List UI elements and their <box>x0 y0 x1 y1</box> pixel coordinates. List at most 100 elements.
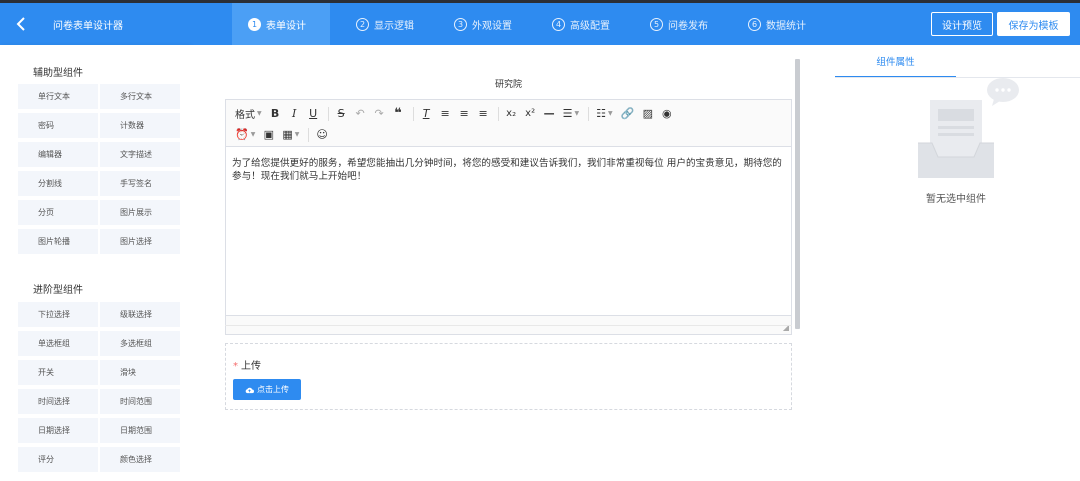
component-item[interactable]: 密码 <box>18 113 98 138</box>
component-item[interactable]: 图片选择 <box>100 229 180 254</box>
back-button[interactable] <box>0 3 42 45</box>
bullet-list-icon[interactable]: ☰ ▼ <box>560 105 583 122</box>
group-title-auxiliary: 辅助型组件 <box>33 68 83 79</box>
image-icon[interactable]: ▨ <box>639 105 656 122</box>
step-publish[interactable]: 5 问卷发布 <box>634 3 722 45</box>
empty-state-text: 暂无选中组件 <box>926 194 986 205</box>
align-right-icon[interactable]: ≡ <box>475 105 492 122</box>
component-item[interactable]: 计数器 <box>100 113 180 138</box>
step-advanced[interactable]: 4 高级配置 <box>536 3 624 45</box>
step-form-design[interactable]: 1 表单设计 <box>232 3 330 45</box>
component-item[interactable]: 单行文本 <box>18 84 98 109</box>
save-template-button[interactable]: 保存为模板 <box>997 12 1070 36</box>
emoji-icon[interactable]: ☺ <box>313 126 330 143</box>
format-label: 格式 <box>235 110 255 121</box>
component-item[interactable]: 分页 <box>18 200 98 225</box>
app-title: 问卷表单设计器 <box>53 21 123 32</box>
step-label: 问卷发布 <box>668 20 708 32</box>
toolbar-divider <box>327 106 329 121</box>
tab-component-properties[interactable]: 组件属性 <box>835 45 956 78</box>
toolbar-divider <box>412 106 414 121</box>
underline-icon[interactable]: U <box>305 105 322 122</box>
advanced-components: 下拉选择 级联选择 单选框组 多选框组 开关 滑块 时间选择 时间范围 日期选择… <box>18 302 180 472</box>
ordered-list-icon[interactable]: ☷ ▼ <box>593 105 616 122</box>
caret-down-icon: ▼ <box>574 110 580 117</box>
step-statistics[interactable]: 6 数据统计 <box>732 3 820 45</box>
cloud-upload-icon <box>245 387 254 393</box>
step-number: 4 <box>552 17 565 31</box>
format-dropdown[interactable]: 格式 ▼ <box>232 105 265 122</box>
undo-icon[interactable]: ↶ <box>352 105 369 122</box>
align-center-icon[interactable]: ≡ <box>456 105 473 122</box>
component-item[interactable]: 多行文本 <box>100 84 180 109</box>
auxiliary-components: 单行文本 多行文本 密码 计数器 编辑器 文字描述 分割线 手写签名 分页 图片… <box>18 84 180 254</box>
component-item[interactable]: 开关 <box>18 360 98 385</box>
component-item[interactable]: 图片轮播 <box>18 229 98 254</box>
component-item[interactable]: 下拉选择 <box>18 302 98 327</box>
blockquote-icon[interactable]: ❝ <box>390 105 407 122</box>
empty-inbox-icon <box>918 78 1019 178</box>
step-number: 1 <box>248 17 261 31</box>
step-appearance[interactable]: 3 外观设置 <box>438 3 526 45</box>
step-label: 表单设计 <box>266 20 306 32</box>
caret-down-icon: ▼ <box>294 131 300 138</box>
horizontal-rule-icon[interactable]: — <box>541 105 558 122</box>
chevron-left-icon <box>16 17 25 31</box>
upload-label: * 上传 <box>233 357 261 372</box>
preview-eye-icon[interactable]: ◉ <box>658 105 675 122</box>
component-item[interactable]: 评分 <box>18 447 98 472</box>
component-item[interactable]: 滑块 <box>100 360 180 385</box>
component-item[interactable]: 分割线 <box>18 171 98 196</box>
component-item[interactable]: 单选框组 <box>18 331 98 356</box>
link-icon[interactable]: 🔗 <box>618 105 638 122</box>
design-preview-button[interactable]: 设计预览 <box>931 12 993 36</box>
caret-down-icon: ▼ <box>250 131 256 138</box>
align-left-icon[interactable]: ≡ <box>437 105 454 122</box>
divider <box>225 325 792 326</box>
editor-toolbar: 格式 ▼ B I U S ↶ ↷ ❝ T ≡ ≡ ≡ x₂ x² — ☰ ▼ ☷… <box>226 100 791 147</box>
caret-down-icon: ▼ <box>608 110 613 117</box>
subscript-icon[interactable]: x₂ <box>503 105 520 122</box>
upload-button-label: 点击上传 <box>257 385 289 394</box>
component-item[interactable]: 时间范围 <box>100 389 180 414</box>
strikethrough-icon[interactable]: S <box>333 105 350 122</box>
component-item[interactable]: 编辑器 <box>18 142 98 167</box>
component-item[interactable]: 日期选择 <box>18 418 98 443</box>
step-label: 高级配置 <box>570 20 610 32</box>
toolbar-divider <box>308 127 310 142</box>
media-icon[interactable]: ▣ <box>260 126 277 143</box>
bold-icon[interactable]: B <box>267 105 284 122</box>
canvas-scrollbar[interactable] <box>795 59 800 329</box>
required-mark: * <box>233 361 238 372</box>
table-icon[interactable]: ▦ ▼ <box>279 126 302 143</box>
superscript-icon[interactable]: x² <box>522 105 539 122</box>
step-label: 显示逻辑 <box>374 20 414 32</box>
step-label: 外观设置 <box>472 20 512 32</box>
upload-label-text: 上传 <box>241 361 261 372</box>
component-item[interactable]: 文字描述 <box>100 142 180 167</box>
step-number: 6 <box>748 17 761 31</box>
step-number: 2 <box>356 17 369 31</box>
toolbar-divider <box>497 106 499 121</box>
redo-icon[interactable]: ↷ <box>371 105 388 122</box>
step-number: 3 <box>454 17 467 31</box>
upload-button[interactable]: 点击上传 <box>233 379 301 400</box>
toolbar-divider <box>588 106 590 121</box>
rich-text-editor[interactable]: 格式 ▼ B I U S ↶ ↷ ❝ T ≡ ≡ ≡ x₂ x² — ☰ ▼ ☷… <box>225 99 792 335</box>
clock-icon[interactable]: ⏰ ▼ <box>232 126 258 143</box>
step-number: 5 <box>650 17 663 31</box>
clear-format-icon[interactable]: T <box>418 105 435 122</box>
component-item[interactable]: 日期范围 <box>100 418 180 443</box>
step-nav: 1 表单设计 2 显示逻辑 3 外观设置 4 高级配置 5 问卷发布 6 数据统计 <box>232 3 830 45</box>
component-item[interactable]: 图片展示 <box>100 200 180 225</box>
upload-component[interactable]: * 上传 点击上传 <box>225 343 792 410</box>
component-item[interactable]: 多选框组 <box>100 331 180 356</box>
component-item[interactable]: 级联选择 <box>100 302 180 327</box>
component-item[interactable]: 手写签名 <box>100 171 180 196</box>
component-item[interactable]: 时间选择 <box>18 389 98 414</box>
component-item[interactable]: 颜色选择 <box>100 447 180 472</box>
editor-content[interactable]: 为了给您提供更好的服务，希望您能抽出几分钟时间，将您的感受和建议告诉我们，我们非… <box>226 147 791 287</box>
component-panel: 辅助型组件 单行文本 多行文本 密码 计数器 编辑器 文字描述 分割线 手写签名… <box>0 45 191 481</box>
step-display-logic[interactable]: 2 显示逻辑 <box>340 3 428 45</box>
italic-icon[interactable]: I <box>286 105 303 122</box>
